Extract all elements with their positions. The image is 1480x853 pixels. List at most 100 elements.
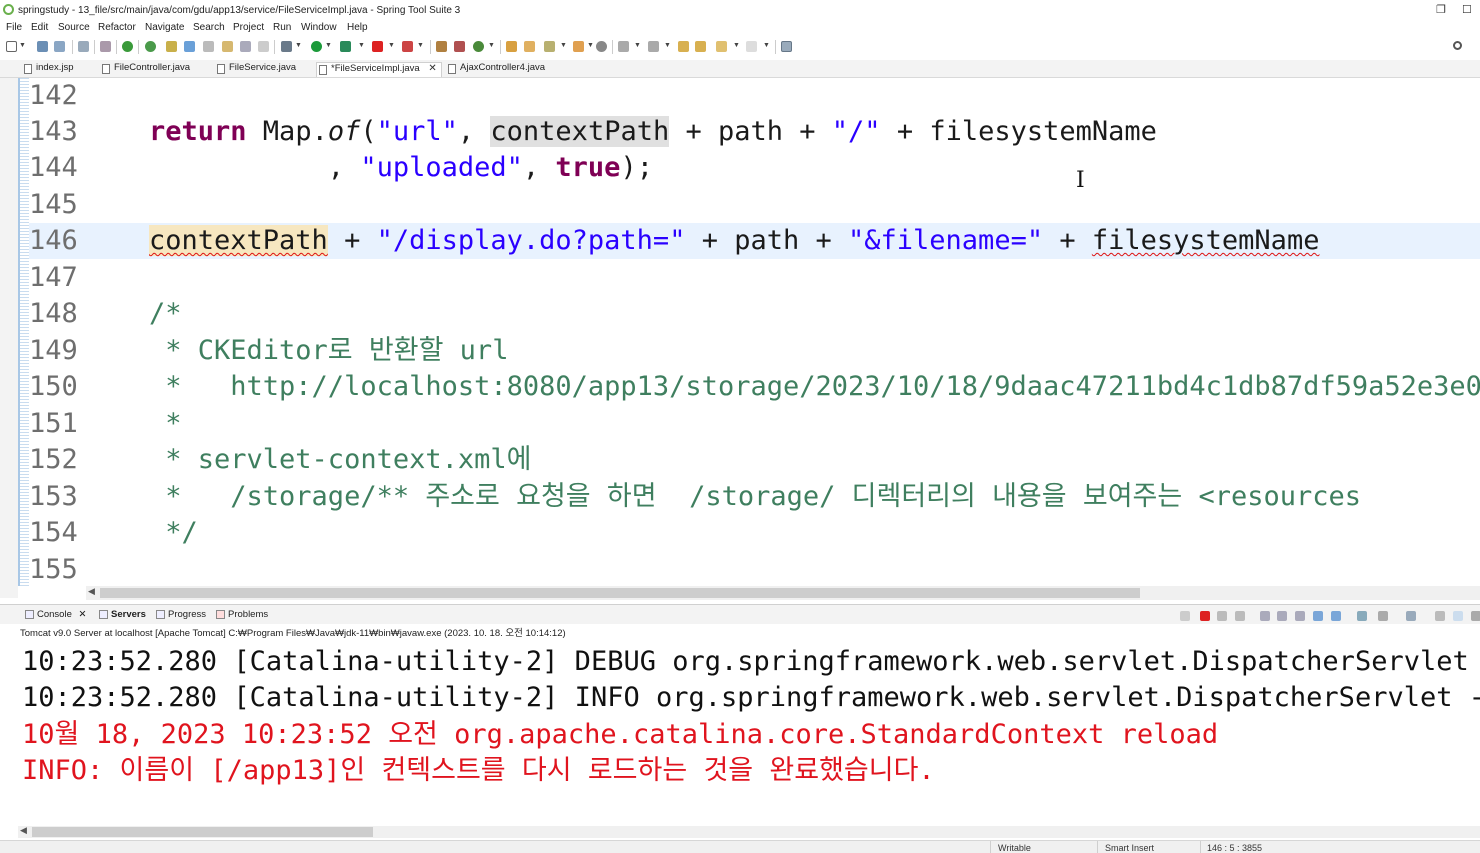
code-editor[interactable]: 142 143 return Map.of("url", contextPath… (29, 78, 1480, 586)
chevron-down-icon[interactable]: ▼ (417, 42, 424, 49)
scroll-left-icon[interactable]: ◀ (88, 586, 95, 597)
tab-progress[interactable]: Progress (155, 609, 206, 620)
console-view-icon[interactable] (78, 41, 89, 52)
save-all-icon[interactable] (54, 41, 65, 52)
mark-occurrences-icon[interactable] (222, 41, 233, 52)
spring-boot-dashboard-icon[interactable] (122, 41, 133, 52)
chevron-down-icon[interactable]: ▼ (664, 42, 671, 49)
back-icon[interactable] (716, 41, 727, 52)
chevron-down-icon[interactable]: ▼ (358, 42, 365, 49)
chevron-down-icon[interactable]: ▼ (634, 42, 641, 49)
chevron-down-icon[interactable]: ▼ (488, 42, 495, 49)
menu-window[interactable]: Window (301, 22, 337, 33)
display-console-icon[interactable] (1378, 611, 1388, 621)
new-icon[interactable] (6, 41, 17, 52)
menu-file[interactable]: File (6, 22, 22, 33)
tab-problems[interactable]: Problems (215, 609, 268, 620)
chevron-down-icon[interactable]: ▼ (19, 42, 26, 49)
remove-launch-icon[interactable] (1217, 611, 1227, 621)
editor-tab-bar: index.jsp FileController.java FileServic… (0, 60, 1480, 78)
search-icon[interactable] (1453, 41, 1462, 50)
menu-navigate[interactable]: Navigate (145, 22, 184, 33)
debug-icon[interactable] (281, 41, 292, 52)
last-edit-location-icon[interactable] (678, 41, 689, 52)
minimize-view-icon[interactable] (1435, 611, 1445, 621)
skip-breakpoints-icon[interactable] (100, 41, 111, 52)
scroll-left-icon[interactable]: ◀ (20, 825, 27, 836)
menu-project[interactable]: Project (233, 22, 264, 33)
tasks-icon[interactable] (166, 41, 177, 52)
open-folder-icon[interactable] (573, 41, 584, 52)
tab-servers[interactable]: Servers (98, 609, 146, 620)
save-icon[interactable] (37, 41, 48, 52)
show-on-stdout-icon[interactable] (1313, 611, 1323, 621)
clear-console-icon[interactable] (1260, 611, 1270, 621)
restore-window-icon[interactable]: ❐ (1436, 3, 1446, 16)
line-number: 144 (29, 152, 78, 183)
block-selection-icon[interactable] (203, 41, 214, 52)
tab-ajaxcontroller4[interactable]: AjaxController4.java (446, 62, 545, 77)
next-annotation-icon[interactable] (618, 41, 629, 52)
code-text: , "uploaded", true); (149, 152, 653, 183)
scrollbar-thumb[interactable] (32, 827, 373, 837)
tab-index-jsp[interactable]: index.jsp (22, 62, 74, 77)
scroll-lock-icon[interactable] (1277, 611, 1287, 621)
server-icon[interactable] (402, 41, 413, 52)
chevron-down-icon[interactable]: ▼ (733, 42, 740, 49)
close-icon[interactable]: ✕ (79, 609, 87, 620)
gear-icon[interactable] (1471, 611, 1480, 621)
menu-source[interactable]: Source (58, 22, 90, 33)
word-wrap-icon[interactable] (1295, 611, 1305, 621)
chevron-down-icon[interactable]: ▼ (763, 42, 770, 49)
menu-search[interactable]: Search (193, 22, 225, 33)
editor-horizontal-scrollbar[interactable]: ◀ (86, 586, 1480, 600)
search-tool-icon[interactable] (544, 41, 555, 52)
maximize-view-icon[interactable] (1453, 611, 1463, 621)
new-class-icon[interactable] (473, 41, 484, 52)
scrollbar-thumb[interactable] (100, 588, 1140, 598)
relaunch-icon[interactable] (1180, 611, 1190, 621)
pin-console-icon[interactable] (1357, 611, 1367, 621)
tab-console[interactable]: Console ✕ (24, 609, 86, 620)
format-icon[interactable] (240, 41, 251, 52)
previous-annotation-icon[interactable] (648, 41, 659, 52)
tab-filecontroller[interactable]: FileController.java (100, 62, 190, 77)
maximize-window-icon[interactable]: ☐ (1462, 3, 1472, 16)
open-task-icon[interactable] (524, 41, 535, 52)
whitespace-icon[interactable] (258, 41, 269, 52)
code-line: 144 , "uploaded", true); (29, 150, 1480, 186)
show-on-stderr-icon[interactable] (1331, 611, 1341, 621)
menu-refactor[interactable]: Refactor (98, 22, 136, 33)
console-horizontal-scrollbar[interactable]: ◀ (18, 825, 1480, 838)
tab-fileservice[interactable]: FileService.java (215, 62, 296, 77)
back-history-icon[interactable] (695, 41, 706, 52)
close-icon[interactable]: ✕ (428, 63, 436, 74)
new-spring-project-icon[interactable] (436, 41, 447, 52)
chevron-down-icon[interactable]: ▼ (325, 42, 332, 49)
new-java-package-icon[interactable] (454, 41, 465, 52)
pin-editor-icon[interactable] (781, 41, 792, 52)
open-console-icon[interactable] (1406, 611, 1416, 621)
tab-fileserviceimpl[interactable]: *FileServiceImpl.java ✕ (316, 62, 442, 77)
highlight-icon[interactable] (184, 41, 195, 52)
refresh-icon[interactable] (145, 41, 156, 52)
code-line: 148 /* (29, 296, 1480, 332)
menu-edit[interactable]: Edit (31, 22, 48, 33)
chevron-down-icon[interactable]: ▼ (560, 42, 567, 49)
stop-icon[interactable] (372, 41, 383, 52)
terminate-icon[interactable] (1200, 611, 1210, 621)
run-icon[interactable] (311, 41, 322, 52)
chevron-down-icon[interactable]: ▼ (295, 42, 302, 49)
line-number: 143 (29, 116, 78, 147)
console-output[interactable]: . . . . . . . 10:23:52.280 [Catalina-uti… (18, 638, 1480, 826)
chevron-down-icon[interactable]: ▼ (587, 42, 594, 49)
chevron-down-icon[interactable]: ▼ (388, 42, 395, 49)
open-type-icon[interactable] (506, 41, 517, 52)
menu-help[interactable]: Help (347, 22, 368, 33)
menu-run[interactable]: Run (273, 22, 291, 33)
forward-icon[interactable] (746, 41, 757, 52)
line-number: 149 (29, 335, 78, 366)
external-tools-icon[interactable] (340, 41, 351, 52)
remove-all-icon[interactable] (1235, 611, 1245, 621)
toggle-ant-icon[interactable] (596, 41, 607, 52)
